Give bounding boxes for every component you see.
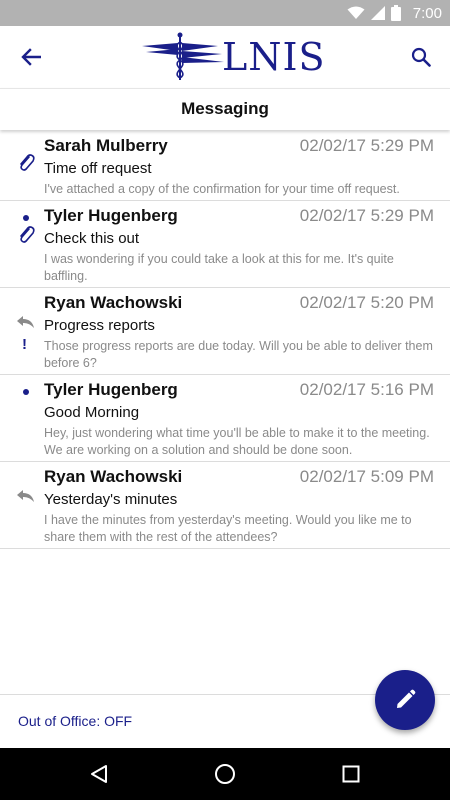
message-sender: Ryan Wachowski (44, 467, 183, 486)
message-sender: Ryan Wachowski (44, 293, 183, 312)
nav-recents-button[interactable] (338, 761, 364, 787)
home-circle-icon (215, 764, 235, 784)
message-sender: Sarah Mulberry (44, 136, 168, 155)
message-date: 02/02/17 5:20 PM (299, 293, 434, 312)
message-sender: Tyler Hugenberg (44, 206, 178, 225)
search-button[interactable] (404, 40, 438, 74)
out-of-office-toggle[interactable]: Out of Office: OFF (18, 713, 132, 729)
signal-icon (370, 6, 385, 20)
unread-dot-icon (23, 389, 29, 395)
message-preview: I was wondering if you could take a look… (44, 252, 394, 283)
nav-back-button[interactable] (86, 761, 112, 787)
message-subject: Check this out (44, 230, 140, 247)
message-indicators (15, 201, 37, 287)
message-date: 02/02/17 5:29 PM (299, 206, 434, 225)
paperclip-icon (20, 154, 35, 171)
caduceus-logo-icon (142, 32, 224, 80)
app-bar: LNIS (0, 26, 450, 88)
message-date: 02/02/17 5:09 PM (299, 467, 434, 486)
message-subject: Good Morning (44, 404, 140, 421)
page-header: Messaging (0, 88, 450, 130)
nav-home-button[interactable] (212, 761, 238, 787)
message-row[interactable]: ! Ryan Wachowski 02/02/17 5:20 PM Progre… (0, 288, 450, 375)
message-indicators (15, 375, 37, 461)
arrow-left-icon (21, 48, 41, 66)
message-indicators (15, 131, 37, 200)
logo: LNIS (140, 32, 330, 82)
recents-square-icon (342, 765, 360, 783)
message-row[interactable]: Ryan Wachowski 02/02/17 5:09 PM Yesterda… (0, 462, 450, 549)
reply-icon (17, 490, 34, 502)
message-subject: Time off request (44, 160, 152, 177)
status-icons: 7:00 (347, 0, 442, 26)
reply-icon (17, 316, 34, 328)
message-sender: Tyler Hugenberg (44, 380, 178, 399)
message-subject: Yesterday's minutes (44, 491, 178, 508)
status-time: 7:00 (412, 4, 442, 22)
message-preview: I have the minutes from yesterday's meet… (44, 513, 412, 544)
message-date: 02/02/17 5:29 PM (299, 136, 434, 155)
important-icon: ! (22, 336, 27, 353)
back-button[interactable] (14, 40, 48, 74)
message-preview: Hey, just wondering what time you'll be … (44, 426, 430, 457)
message-list: Sarah Mulberry 02/02/17 5:29 PM Time off… (0, 131, 450, 549)
message-row[interactable]: Tyler Hugenberg 02/02/17 5:29 PM Check t… (0, 201, 450, 288)
message-subject: Progress reports (44, 317, 155, 334)
wifi-icon (347, 6, 365, 19)
system-nav-bar (0, 748, 450, 800)
page-title: Messaging (181, 99, 269, 118)
compose-button[interactable] (375, 670, 435, 730)
message-row[interactable]: Sarah Mulberry 02/02/17 5:29 PM Time off… (0, 131, 450, 201)
message-indicators: ! (15, 288, 37, 374)
paperclip-icon (20, 226, 35, 243)
message-preview: Those progress reports are due today. Wi… (44, 339, 433, 370)
back-triangle-icon (91, 765, 107, 783)
search-icon (411, 47, 431, 67)
message-row[interactable]: Tyler Hugenberg 02/02/17 5:16 PM Good Mo… (0, 375, 450, 462)
message-preview: I've attached a copy of the confirmation… (44, 182, 400, 196)
unread-dot-icon (23, 215, 29, 221)
battery-icon (390, 5, 401, 21)
message-indicators (15, 462, 37, 548)
logo-text: LNIS (222, 35, 326, 79)
status-bar: 7:00 (0, 0, 450, 26)
pencil-icon (397, 689, 416, 708)
message-date: 02/02/17 5:16 PM (299, 380, 434, 399)
